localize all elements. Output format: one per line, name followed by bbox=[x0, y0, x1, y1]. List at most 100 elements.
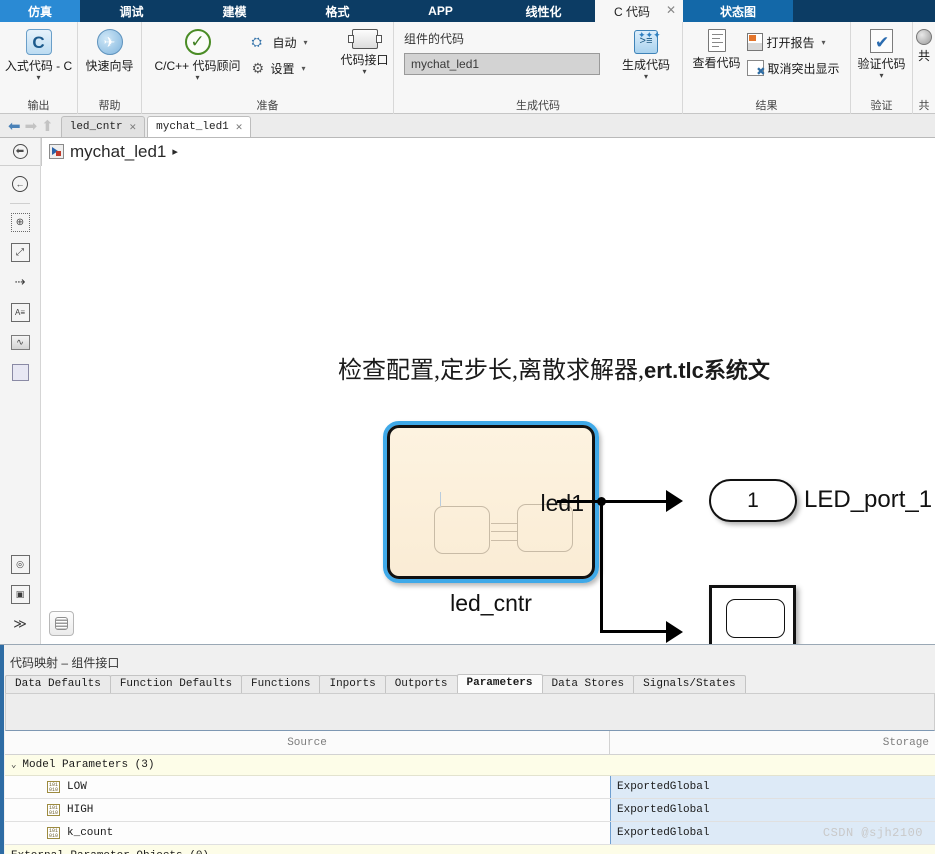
code-interface-button[interactable]: 代码接口 ▾ bbox=[336, 27, 394, 76]
row-source-cell[interactable]: 101 010 LOW bbox=[5, 776, 610, 798]
zoom-region-icon[interactable]: ⊕ bbox=[8, 210, 32, 234]
panel-title: 代码映射 – 组件接口 bbox=[10, 656, 120, 670]
signal-line-to-outport[interactable] bbox=[646, 500, 666, 503]
ribbon-group-share-title: 共 bbox=[918, 100, 930, 112]
chevron-down-icon[interactable]: ▾ bbox=[36, 73, 40, 82]
breadcrumb-path[interactable]: mychat_led1 bbox=[70, 142, 166, 162]
table-row[interactable]: 101 010 LOW ExportedGlobal bbox=[5, 776, 935, 799]
breadcrumb: ⬅ mychat_led1 ▸ bbox=[0, 137, 935, 166]
tab-parameters[interactable]: Parameters bbox=[456, 674, 543, 693]
ribbon-group-generate: 组件的代码 mychat_led1 ✦✦✦ >≡ 生成代码 ▾ 生成代码 bbox=[394, 22, 683, 114]
tab-inports-label: Inports bbox=[329, 678, 376, 690]
component-code-field[interactable]: mychat_led1 bbox=[404, 53, 600, 75]
tab-statechart[interactable]: 状态图 bbox=[683, 0, 793, 22]
annotation-icon[interactable]: A≡ bbox=[8, 300, 32, 324]
row-storage-cell[interactable]: ExportedGlobal bbox=[610, 799, 935, 821]
tab-simulation[interactable]: 仿真 bbox=[0, 0, 80, 22]
row-source-cell[interactable]: 101 010 HIGH bbox=[5, 799, 610, 821]
chevron-down-icon[interactable]: ▾ bbox=[195, 73, 199, 82]
navigate-up-icon[interactable]: ← bbox=[8, 172, 32, 196]
chart-transition-1 bbox=[491, 523, 517, 524]
share-button[interactable]: 共 bbox=[913, 27, 935, 64]
close-icon[interactable]: ✕ bbox=[130, 120, 137, 134]
row-source-label: HIGH bbox=[67, 804, 94, 816]
tab-functions[interactable]: Functions bbox=[241, 675, 321, 693]
table-row[interactable]: 101 010 HIGH ExportedGlobal bbox=[5, 799, 935, 822]
quick-wizard-button[interactable]: ✈ 快速向导 bbox=[79, 27, 141, 74]
up-arrow-icon[interactable]: ⬆ bbox=[41, 119, 54, 134]
doc-tab-mychat-led1[interactable]: mychat_led1 ✕ bbox=[147, 116, 252, 137]
model-data-badge[interactable] bbox=[49, 611, 74, 636]
settings-button[interactable]: ⚙ 设置 ▾ bbox=[252, 56, 334, 80]
tab-signals-states[interactable]: Signals/States bbox=[633, 675, 746, 693]
tab-modeling[interactable]: 建模 bbox=[183, 0, 286, 22]
tab-c-code[interactable]: C 代码 ✕ bbox=[595, 0, 683, 22]
ribbon-group-results: 查看代码 打开报告 ▾ ✖ 取消突出显示 结果 bbox=[683, 22, 851, 114]
area-icon[interactable] bbox=[8, 360, 32, 384]
breadcrumb-back-button[interactable]: ⬅ bbox=[0, 137, 41, 166]
doc-tab-led-cntr-label: led_cntr bbox=[69, 121, 123, 133]
chevron-down-icon[interactable]: ▾ bbox=[644, 72, 648, 81]
chart-substate-1 bbox=[434, 506, 490, 554]
forward-arrow-icon[interactable]: ➡ bbox=[25, 119, 38, 134]
canvas-annotation-text: 检查配置,定步长,离散求解器, bbox=[338, 358, 644, 384]
tab-function-defaults[interactable]: Function Defaults bbox=[109, 675, 243, 693]
outport-block[interactable]: 1 bbox=[709, 479, 797, 522]
chevron-down-icon[interactable]: ▾ bbox=[304, 38, 308, 47]
generate-code-button[interactable]: ✦✦✦ >≡ 生成代码 ▾ bbox=[610, 30, 682, 81]
chevron-down-icon[interactable]: ▾ bbox=[879, 71, 883, 80]
view-code-button[interactable]: 查看代码 bbox=[687, 27, 747, 71]
unhighlight-button[interactable]: ✖ 取消突出显示 bbox=[746, 56, 851, 80]
tab-format[interactable]: 格式 bbox=[286, 0, 389, 22]
signal-line-vertical[interactable] bbox=[600, 500, 603, 632]
auto-button[interactable]: ⛭ 自动 ▾ bbox=[252, 30, 334, 54]
tab-data-stores[interactable]: Data Stores bbox=[541, 675, 635, 693]
scope-screen bbox=[726, 599, 785, 638]
layout-icon[interactable]: ▣ bbox=[8, 582, 32, 606]
canvas-annotation[interactable]: 检查配置,定步长,离散求解器,ert.tlc系统文 bbox=[338, 350, 770, 385]
close-icon[interactable]: ✕ bbox=[666, 3, 676, 17]
data-stack-icon bbox=[55, 617, 68, 630]
signal-line-to-scope[interactable] bbox=[600, 630, 666, 633]
row-storage-cell[interactable]: ExportedGlobal bbox=[610, 776, 935, 798]
embedded-c-code-button[interactable]: C 入式代码 - C ▾ bbox=[0, 27, 78, 82]
tab-apps[interactable]: APP bbox=[389, 0, 492, 22]
code-mappings-panel: 代码映射 – 组件接口 Data Defaults Function Defau… bbox=[0, 644, 935, 854]
tab-debug[interactable]: 调试 bbox=[80, 0, 183, 22]
scope-preview-icon[interactable]: ∿ bbox=[8, 330, 32, 354]
row-source-cell[interactable]: 101 010 k_count bbox=[5, 822, 610, 844]
table-row[interactable]: 101 010 k_count ExportedGlobal bbox=[5, 822, 935, 845]
code-advisor-button[interactable]: ✓ C/C++ 代码顾问 ▾ bbox=[146, 27, 250, 82]
outport-block-name: LED_port_1 bbox=[804, 486, 933, 513]
camera-icon[interactable]: ◎ bbox=[8, 552, 32, 576]
doc-tab-led-cntr[interactable]: led_cntr ✕ bbox=[60, 116, 146, 137]
chevron-down-icon[interactable]: ▾ bbox=[822, 38, 826, 47]
ribbon-group-share: 共 共 bbox=[913, 22, 935, 114]
tab-inports[interactable]: Inports bbox=[319, 675, 386, 693]
open-report-button[interactable]: 打开报告 ▾ bbox=[746, 30, 851, 54]
ribbon-group-output: C 入式代码 - C ▾ 输出 bbox=[0, 22, 78, 114]
ribbon-tabstrip: 仿真 调试 建模 格式 APP 线性化 C 代码 ✕ 状态图 bbox=[0, 0, 935, 22]
chevron-down-icon[interactable]: ▾ bbox=[302, 64, 306, 73]
tab-linearization[interactable]: 线性化 bbox=[492, 0, 595, 22]
tab-c-code-label: C 代码 bbox=[613, 4, 650, 19]
back-circle-icon: ⬅ bbox=[12, 144, 28, 159]
back-arrow-icon[interactable]: ⬅ bbox=[8, 119, 21, 134]
fit-to-view-icon[interactable]: ⤢ bbox=[8, 240, 32, 264]
model-canvas[interactable]: 检查配置,定步长,离散求解器,ert.tlc系统文 led1 led_cntr bbox=[42, 166, 935, 644]
group-row-external-parameter-objects[interactable]: External Parameter Objects (0) bbox=[5, 845, 935, 854]
more-icon[interactable]: ≫ bbox=[8, 612, 32, 636]
group-row-model-parameters[interactable]: ⌄ Model Parameters (3) bbox=[5, 755, 935, 776]
chevron-down-icon[interactable]: ▾ bbox=[362, 67, 366, 76]
verify-code-button[interactable]: ✔ 验证代码 ▾ bbox=[852, 27, 912, 80]
tab-outports[interactable]: Outports bbox=[384, 675, 458, 693]
close-icon[interactable]: ✕ bbox=[236, 120, 243, 134]
chevron-down-icon[interactable]: ⌄ bbox=[11, 760, 16, 770]
tab-data-defaults[interactable]: Data Defaults bbox=[5, 675, 111, 693]
signal-arrow-icon[interactable]: ⇢ bbox=[8, 270, 32, 294]
chevron-right-icon[interactable]: ▸ bbox=[172, 145, 178, 158]
group-row-external-parameter-objects-label: External Parameter Objects (0) bbox=[11, 850, 209, 854]
generate-code-icon: ✦✦✦ >≡ bbox=[634, 30, 661, 54]
document-navbar: ⬅ ➡ ⬆ led_cntr ✕ mychat_led1 ✕ bbox=[0, 114, 935, 138]
scope-block[interactable] bbox=[709, 585, 796, 644]
